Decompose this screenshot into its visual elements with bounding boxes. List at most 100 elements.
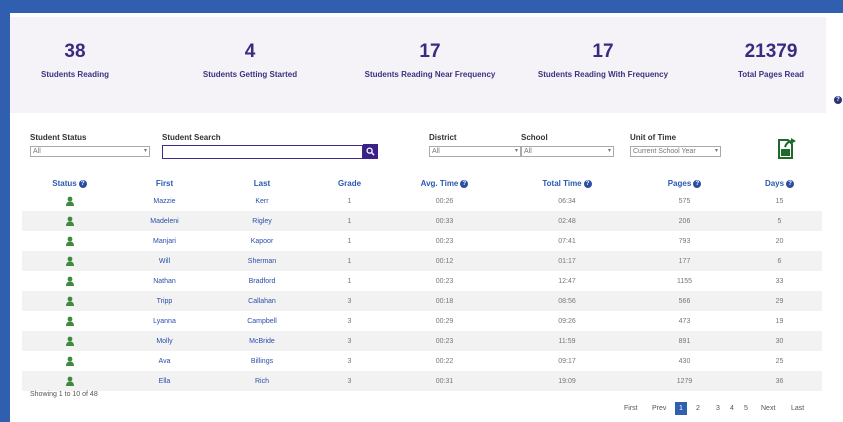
search-icon — [366, 147, 375, 156]
first-name-link[interactable]: Tripp — [117, 291, 212, 311]
grade-cell: 1 — [347, 237, 352, 245]
help-icon[interactable]: ? — [786, 179, 795, 188]
pages-cell: 1279 — [632, 371, 737, 391]
last-name-link[interactable]: Billings — [212, 351, 312, 371]
student-status-label: Student Status — [30, 133, 87, 142]
school-label: School — [521, 133, 548, 142]
student-search-input[interactable] — [162, 145, 363, 159]
grade-cell: 3 — [312, 371, 387, 391]
last-name-link[interactable]: Bradford — [212, 271, 312, 291]
first-name-link[interactable]: Lyanna — [117, 311, 212, 331]
status-cell — [22, 191, 117, 211]
stat-label: Students Reading Near Frequency — [364, 70, 496, 79]
column-header-grade[interactable]: Grade — [312, 176, 387, 191]
user-icon — [65, 316, 74, 326]
stat-students-getting-started: 4 Students Getting Started — [190, 41, 310, 79]
user-icon — [65, 356, 74, 366]
last-name-link[interactable]: Campbell — [212, 311, 312, 331]
help-icon[interactable]: ? — [460, 179, 469, 188]
last-name-link[interactable]: Rigley — [212, 211, 312, 231]
status-cell — [22, 311, 117, 331]
status-cell — [22, 271, 117, 291]
status-cell — [22, 251, 117, 271]
first-name-link[interactable]: Ava — [117, 351, 212, 371]
pages-cell: 891 — [632, 331, 737, 351]
showing-count: Showing 1 to 10 of 48 — [30, 391, 98, 398]
district-label: District — [429, 133, 457, 142]
pager-page-2[interactable]: 2 — [696, 405, 700, 412]
stat-value: 21379 — [744, 41, 798, 62]
column-header-total-time[interactable]: Total Time? — [502, 176, 632, 191]
help-icon[interactable]: ? — [78, 179, 87, 188]
export-file-icon[interactable] — [776, 137, 798, 160]
table-row: Madeleni Rigley 1 00:33 02:48 206 5 — [22, 211, 822, 231]
last-name-link[interactable]: Callahan — [212, 291, 312, 311]
pager-page-3[interactable]: 3 — [716, 405, 720, 412]
help-icon[interactable]: ? — [834, 96, 842, 104]
last-name-link[interactable]: Sherman — [212, 251, 312, 271]
pager-next[interactable]: Next — [761, 405, 775, 412]
table-row: Mazzie Kerr 1 00:26 06:34 575 15 — [22, 191, 822, 211]
first-name-link[interactable]: Madeleni — [117, 211, 212, 231]
total-time-cell: 19:09 — [502, 371, 632, 391]
district-select[interactable]: All ▾ — [429, 146, 521, 157]
stat-value: 38 — [64, 41, 86, 62]
pager-page-5[interactable]: 5 — [744, 405, 748, 412]
pages-cell: 177 — [632, 251, 737, 271]
user-icon — [65, 196, 74, 206]
help-icon[interactable]: ? — [583, 179, 592, 188]
first-name-link[interactable]: Will — [117, 251, 212, 271]
grade-cell: 1 — [347, 197, 352, 205]
stat-students-near-frequency: 17 Students Reading Near Frequency — [355, 41, 505, 79]
last-name-link[interactable]: Rich — [212, 371, 312, 391]
stat-value: 17 — [419, 41, 441, 62]
days-cell: 33 — [775, 277, 784, 285]
help-icon[interactable]: ? — [693, 179, 702, 188]
total-time-cell: 01:17 — [502, 251, 632, 271]
total-time-cell: 07:41 — [558, 237, 576, 245]
days-cell: 36 — [737, 371, 822, 391]
status-cell — [22, 331, 117, 351]
table-row: Ava Billings 3 00:22 09:17 430 25 — [22, 351, 822, 371]
student-status-select[interactable]: All ▾ — [30, 146, 150, 157]
first-name-link[interactable]: Ella — [117, 371, 212, 391]
days-cell: 25 — [775, 357, 784, 365]
column-header-avg-time[interactable]: Avg. Time? — [387, 176, 502, 191]
chevron-down-icon: ▾ — [514, 148, 518, 154]
first-name-link[interactable]: Mazzie — [117, 191, 212, 211]
avg-time-cell: 00:23 — [435, 277, 454, 285]
first-name-link[interactable]: Molly — [117, 331, 212, 351]
school-select[interactable]: All ▾ — [521, 146, 614, 157]
first-name-link[interactable]: Manjari — [117, 231, 212, 251]
days-cell: 6 — [737, 251, 822, 271]
pager-first[interactable]: First — [624, 405, 638, 412]
last-name-link[interactable]: Kerr — [212, 191, 312, 211]
chevron-down-icon: ▾ — [143, 148, 147, 154]
stat-label: Total Pages Read — [737, 70, 805, 79]
column-header-status[interactable]: Status? — [22, 176, 117, 191]
user-icon — [65, 376, 74, 386]
total-time-cell: 09:26 — [558, 317, 576, 325]
days-cell: 29 — [737, 291, 822, 311]
pages-cell: 1155 — [676, 277, 693, 285]
user-icon — [65, 256, 74, 266]
pager-page-1[interactable]: 1 — [675, 402, 687, 415]
pager-page-4[interactable]: 4 — [730, 405, 734, 412]
column-header-first[interactable]: First — [117, 176, 212, 191]
last-name-link[interactable]: McBride — [212, 331, 312, 351]
column-header-days[interactable]: Days? — [737, 176, 822, 191]
top-border — [0, 0, 843, 13]
status-cell — [22, 231, 117, 251]
pager-prev[interactable]: Prev — [652, 405, 666, 412]
left-border — [0, 0, 10, 422]
pager-last[interactable]: Last — [791, 405, 804, 412]
search-button[interactable] — [363, 144, 378, 159]
first-name-link[interactable]: Nathan — [117, 271, 212, 291]
column-header-pages[interactable]: Pages? — [632, 176, 737, 191]
avg-time-cell: 00:12 — [387, 251, 502, 271]
student-search-label: Student Search — [162, 133, 221, 142]
unit-of-time-select[interactable]: Current School Year ▾ — [630, 146, 721, 157]
column-header-last[interactable]: Last — [212, 176, 312, 191]
last-name-link[interactable]: Kapoor — [212, 231, 312, 251]
table-row: Nathan Bradford 1 00:23 12:47 1155 33 — [22, 271, 822, 291]
